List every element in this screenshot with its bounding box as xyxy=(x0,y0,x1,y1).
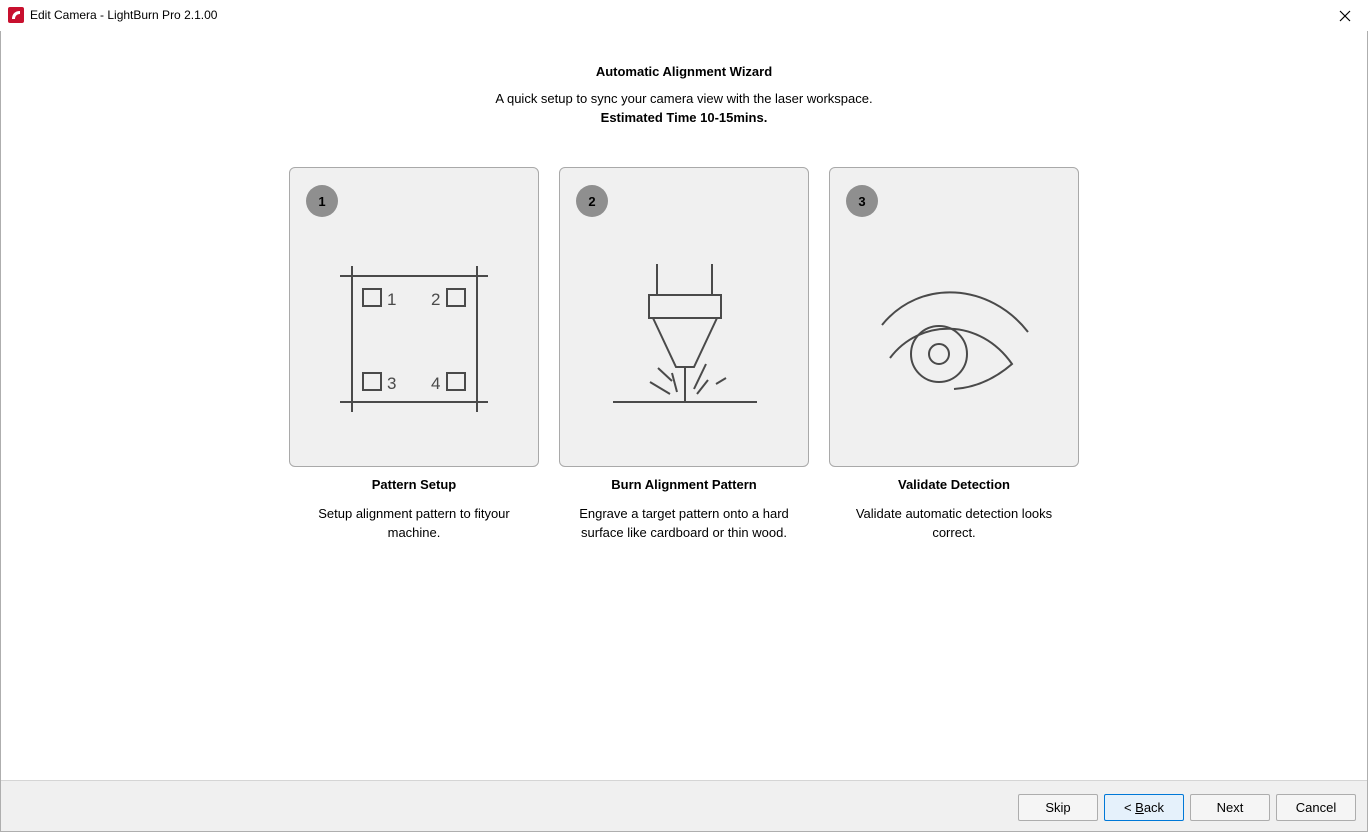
wizard-subtext: A quick setup to sync your camera view w… xyxy=(495,91,873,106)
eye-icon xyxy=(881,291,1029,390)
step-description: Engrave a target pattern onto a hard sur… xyxy=(579,506,789,540)
step-description: Setup alignment pattern to fityour machi… xyxy=(318,506,510,540)
lightburn-app-icon xyxy=(8,7,24,23)
skip-button[interactable]: Skip xyxy=(1018,794,1098,821)
step-description: Validate automatic detection looks corre… xyxy=(855,506,1053,540)
laser-head-icon xyxy=(613,264,757,403)
button-bar: Skip < Back Next Cancel xyxy=(1,780,1367,831)
step-card-burn-pattern: 2 xyxy=(559,167,809,467)
step-title: Validate Detection xyxy=(898,477,1010,492)
back-button-mnemonic: B xyxy=(1135,800,1144,815)
marker-label: 1 xyxy=(387,290,396,309)
back-button-prefix: < xyxy=(1123,800,1136,815)
back-button-rest: ack xyxy=(1143,800,1165,815)
wizard-heading: Automatic Alignment Wizard xyxy=(595,64,773,79)
window-title: Edit Camera - LightBurn Pro 2.1.00 xyxy=(30,8,218,22)
step-card-validate: 3 xyxy=(829,167,1079,467)
step-title: Burn Alignment Pattern xyxy=(611,477,757,492)
close-icon xyxy=(1339,10,1351,21)
back-button[interactable]: < Back xyxy=(1104,794,1184,821)
marker-label: 3 xyxy=(387,374,396,393)
close-button[interactable] xyxy=(1322,0,1368,31)
cancel-button[interactable]: Cancel xyxy=(1276,794,1356,821)
next-button[interactable]: Next xyxy=(1190,794,1270,821)
title-bar: Edit Camera - LightBurn Pro 2.1.00 xyxy=(0,0,1368,31)
estimated-time: Estimated Time 10-15mins. xyxy=(600,110,768,125)
step-title: Pattern Setup xyxy=(371,477,457,492)
marker-label: 4 xyxy=(431,374,440,393)
marker-label: 2 xyxy=(431,290,440,309)
step-card-pattern-setup: 1 1 2 3 4 xyxy=(289,167,539,467)
alignment-grid-icon: 1 2 3 4 xyxy=(340,266,488,412)
